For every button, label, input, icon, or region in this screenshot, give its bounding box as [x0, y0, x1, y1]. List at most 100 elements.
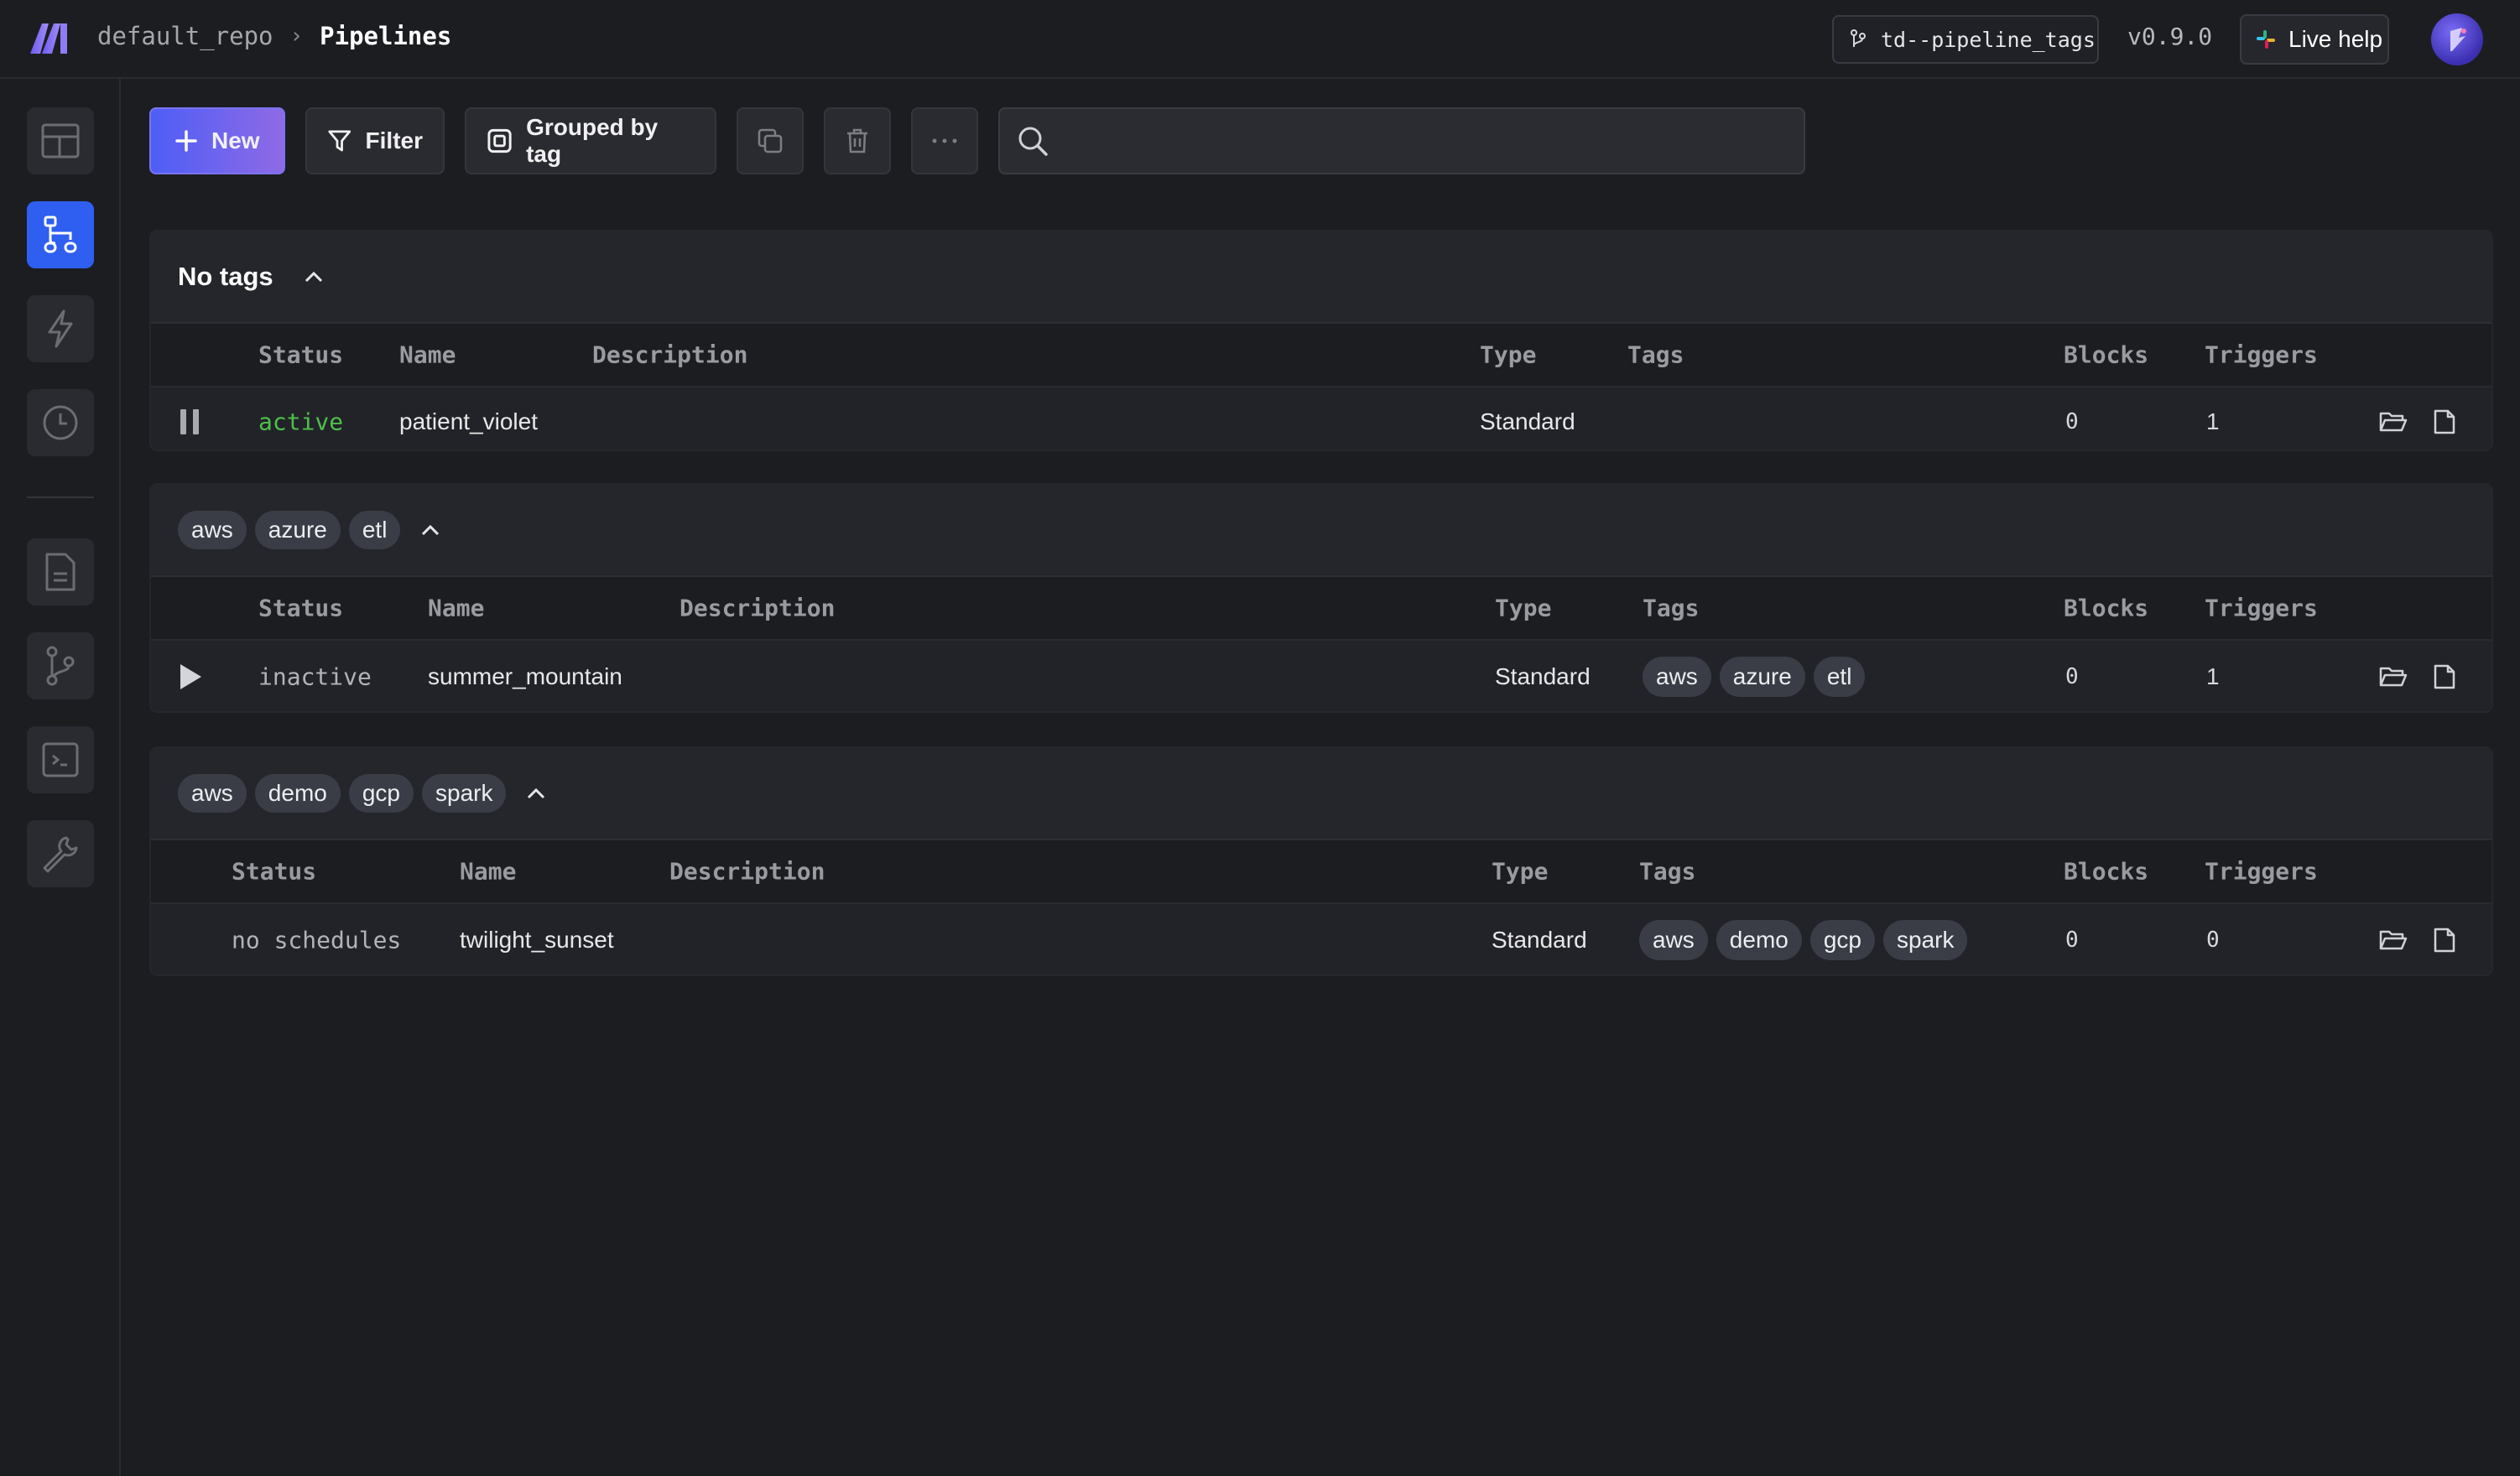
tag-chip[interactable]: spark — [1883, 920, 1968, 960]
sidebar-item-files[interactable] — [27, 538, 94, 605]
avatar[interactable] — [2431, 13, 2483, 65]
sidebar-item-pipelines[interactable] — [27, 201, 94, 268]
chevron-up-icon[interactable] — [526, 787, 546, 800]
clock-icon — [43, 405, 78, 440]
group-tag: aws — [178, 511, 247, 549]
new-button-label: New — [211, 127, 260, 153]
group-header[interactable]: aws demo gcp spark — [151, 748, 2491, 840]
pipeline-type: Standard — [1495, 663, 1591, 689]
more-options-button[interactable] — [911, 107, 978, 174]
live-help-button[interactable]: Live help — [2240, 14, 2389, 65]
breadcrumb-repo[interactable]: default_repo — [97, 22, 273, 50]
clone-button[interactable] — [737, 107, 804, 174]
pipeline-triggers: 1 — [2206, 663, 2220, 689]
table-header: Status Name Description Type Tags Blocks… — [151, 324, 2491, 386]
tag-chip[interactable]: azure — [1719, 657, 1805, 697]
sidebar-item-triggers[interactable] — [27, 295, 94, 362]
delete-button[interactable] — [824, 107, 891, 174]
git-branch-button[interactable]: td--pipeline_tags — [1832, 15, 2099, 64]
col-type[interactable]: Type — [1492, 858, 1548, 886]
folder-open-icon[interactable] — [2379, 665, 2408, 689]
col-type[interactable]: Type — [1480, 341, 1536, 369]
group-by-button[interactable]: Grouped by tag — [465, 107, 716, 174]
col-name[interactable]: Name — [460, 858, 516, 886]
mage-logo-icon[interactable] — [29, 20, 70, 55]
terminal-icon — [42, 742, 79, 777]
group-tag: spark — [422, 774, 507, 813]
git-branch-icon — [1851, 29, 1866, 47]
group-title: No tags — [178, 262, 273, 291]
pipeline-type: Standard — [1480, 408, 1575, 434]
file-icon[interactable] — [2433, 663, 2456, 690]
col-description: Description — [669, 857, 825, 886]
group-tag: etl — [348, 511, 401, 549]
group-header[interactable]: No tags — [151, 231, 2491, 324]
chevron-up-icon[interactable] — [420, 523, 440, 537]
tag-chip[interactable]: etl — [1813, 657, 1866, 697]
col-status[interactable]: Status — [258, 341, 343, 369]
pause-icon[interactable] — [178, 408, 201, 436]
sidebar-item-overview[interactable] — [27, 107, 94, 174]
col-status[interactable]: Status — [232, 858, 316, 886]
pipeline-name[interactable]: twilight_sunset — [460, 927, 614, 954]
folder-open-icon[interactable] — [2379, 928, 2408, 952]
pipeline-triggers: 1 — [2206, 408, 2220, 434]
main-content: New Filter Grouped by tag No tags Status… — [122, 79, 2520, 1476]
tag-chip[interactable]: gcp — [1809, 920, 1875, 960]
sidebar-item-terminal[interactable] — [27, 726, 94, 793]
wrench-icon — [43, 836, 78, 873]
sidebar-item-settings[interactable] — [27, 820, 94, 887]
play-icon[interactable] — [178, 663, 203, 691]
pipelines-toolbar: New Filter Grouped by tag — [149, 107, 1805, 174]
new-pipeline-button[interactable]: New — [149, 107, 285, 174]
sidebar-nav — [0, 79, 121, 1476]
col-tags: Tags — [1639, 857, 1696, 886]
col-blocks[interactable]: Blocks — [2064, 341, 2148, 369]
pipeline-name[interactable]: summer_mountain — [428, 663, 622, 690]
pipeline-group-no-tags: No tags Status Name Description Type Tag… — [149, 230, 2493, 451]
col-blocks[interactable]: Blocks — [2064, 595, 2148, 622]
col-triggers[interactable]: Triggers — [2205, 595, 2318, 622]
layout-icon — [41, 123, 80, 159]
filter-button[interactable]: Filter — [305, 107, 445, 174]
col-tags: Tags — [1643, 594, 1700, 622]
col-triggers[interactable]: Triggers — [2205, 858, 2318, 886]
table-row[interactable]: active patient_violet Standard 0 1 — [151, 386, 2491, 450]
search-input[interactable] — [1060, 127, 1782, 154]
table-header: Status Name Description Type Tags Blocks… — [151, 577, 2491, 639]
pipeline-tags: aws azure etl — [1643, 657, 1866, 697]
col-blocks[interactable]: Blocks — [2064, 858, 2148, 886]
pipeline-name[interactable]: patient_violet — [399, 408, 538, 435]
copy-icon — [758, 128, 783, 153]
pipeline-status: no schedules — [232, 926, 402, 954]
page-title: Pipelines — [320, 22, 452, 50]
tag-chip[interactable]: aws — [1639, 920, 1708, 960]
document-icon — [45, 553, 75, 591]
pipeline-tree-icon — [44, 216, 77, 253]
branch-name: td--pipeline_tags — [1881, 27, 2096, 52]
col-type[interactable]: Type — [1495, 595, 1551, 622]
user-avatar-icon — [2450, 28, 2466, 51]
file-icon[interactable] — [2433, 408, 2456, 435]
sidebar-item-version-control[interactable] — [27, 632, 94, 699]
file-icon[interactable] — [2433, 927, 2456, 954]
col-name[interactable]: Name — [399, 341, 456, 369]
group-tag: gcp — [348, 774, 414, 813]
group-tag: demo — [254, 774, 341, 813]
table-row[interactable]: no schedules twilight_sunset Standard aw… — [151, 902, 2491, 974]
col-name[interactable]: Name — [428, 595, 484, 622]
table-header: Status Name Description Type Tags Blocks… — [151, 840, 2491, 902]
sidebar-item-runs[interactable] — [27, 389, 94, 456]
pipeline-status: active — [258, 408, 344, 436]
pipeline-blocks: 0 — [2065, 664, 2079, 689]
group-header[interactable]: aws azure etl — [151, 485, 2491, 577]
tag-chip[interactable]: demo — [1716, 920, 1802, 960]
tag-chip[interactable]: aws — [1643, 657, 1711, 697]
col-triggers[interactable]: Triggers — [2205, 341, 2318, 369]
col-status[interactable]: Status — [258, 595, 343, 622]
folder-open-icon[interactable] — [2379, 410, 2408, 434]
table-row[interactable]: inactive summer_mountain Standard aws az… — [151, 639, 2491, 711]
search-bar[interactable] — [998, 107, 1805, 174]
chevron-up-icon[interactable] — [304, 270, 324, 283]
pipeline-triggers: 0 — [2206, 928, 2220, 953]
